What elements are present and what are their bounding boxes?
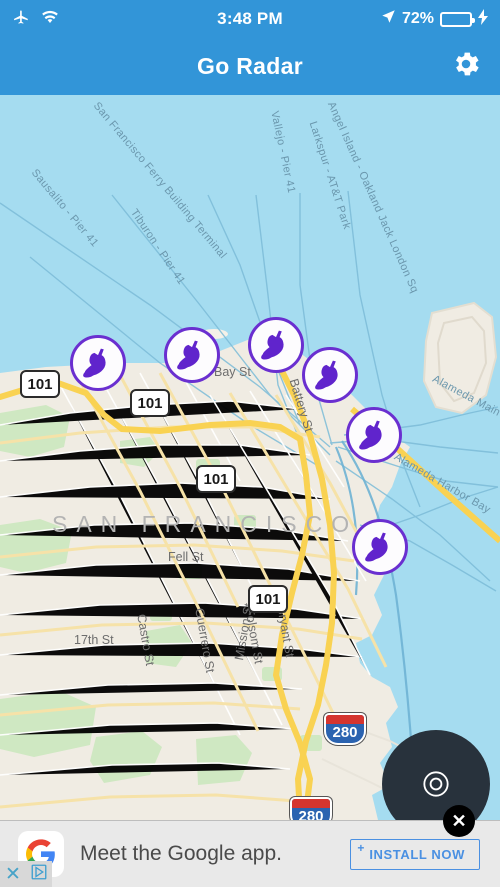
location-arrow-icon [381,9,396,29]
highway-shield-101: 101 [248,585,288,613]
ad-banner[interactable]: ✕ Meet the Google app. + INSTALL NOW ✕ [0,805,500,887]
pokemon-marker-cluster[interactable] [329,395,402,464]
pokemon-marker[interactable] [352,519,408,575]
map-canvas[interactable]: San Francisco Ferry Building Terminal Sa… [0,95,500,820]
page-title: Go Radar [197,53,303,79]
ad-headline: Meet the Google app. [80,842,282,865]
install-now-button[interactable]: + INSTALL NOW [350,838,480,870]
pokemon-marker[interactable] [70,335,126,391]
pokemon-marker[interactable] [164,327,220,383]
adchoices-button[interactable] [26,861,52,887]
ad-close-button[interactable]: ✕ [443,805,475,837]
battery-percent-label: 72% [401,10,434,27]
map-tiles [0,95,500,820]
radar-target-icon [416,764,456,804]
status-bar-left [12,8,192,31]
plus-icon: + [357,840,365,855]
airplane-icon [12,8,30,31]
highway-shield-101: 101 [20,370,60,398]
lightning-bolt-icon [478,8,488,30]
gear-icon [450,48,482,85]
highway-shield-280: 280 [290,797,332,820]
battery-icon [440,11,475,27]
pokemon-horsea-icon [362,529,398,565]
status-bar-right: 72% [308,8,488,30]
status-bar: 3:48 PM 72% [0,0,500,38]
close-icon: ✕ [451,811,467,831]
pokemon-horsea-icon [174,337,210,373]
install-now-label: INSTALL NOW [369,846,465,862]
ad-dismiss-button[interactable]: ✕ [0,861,26,887]
nav-bar: Go Radar [0,38,500,95]
wifi-icon [40,9,60,30]
ad-corner-controls: ✕ [0,861,52,887]
highway-shield-101: 101 [130,389,170,417]
pokemon-horsea-icon [80,345,116,381]
pokemon-marker[interactable] [302,347,358,403]
highway-shield-101: 101 [196,465,236,493]
pokemon-marker-cluster[interactable] [231,305,304,374]
app-screen: 3:48 PM 72% Go Radar San Francisco Ferry… [0,0,500,887]
status-bar-time: 3:48 PM [217,9,283,28]
settings-button[interactable] [446,47,486,87]
pokemon-horsea-icon [312,357,348,393]
close-icon: ✕ [5,863,21,885]
highway-shield-280: 280 [324,713,366,745]
pokemon-horsea-icon [356,417,392,453]
adchoices-icon [30,863,48,886]
pokemon-horsea-icon [258,327,294,363]
